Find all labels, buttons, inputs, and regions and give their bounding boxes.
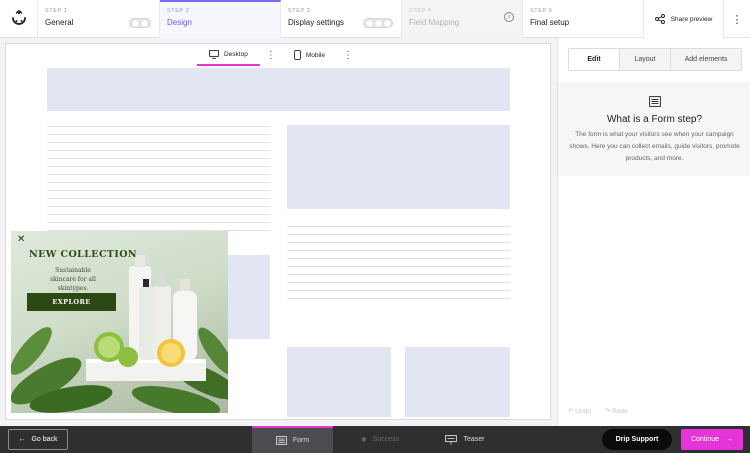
placeholder-text-lines [47, 126, 270, 238]
go-back-button[interactable]: ← Go back [8, 429, 68, 450]
undo-label: Undo [575, 408, 591, 415]
close-icon[interactable]: ✕ [17, 234, 25, 245]
desktop-icon [209, 49, 219, 59]
step-toggle[interactable] [363, 18, 393, 28]
bottom-bar: ← Go back Form ✺ Success Teaser Drip Sup… [0, 426, 750, 453]
continue-label: Continue [690, 436, 720, 443]
tab-add-elements[interactable]: Add elements [671, 49, 741, 70]
go-back-label: Go back [31, 436, 58, 443]
share-preview-button[interactable]: Share preview [643, 0, 723, 38]
step-general[interactable]: STEP 1 General [38, 0, 160, 38]
tab-mobile-label: Mobile [305, 51, 325, 59]
info-heading: What is a Form step? [606, 114, 703, 125]
step-design[interactable]: STEP 2 Design [160, 0, 281, 38]
popup-subtitle: Sustainable skincare for all skintypes. [50, 267, 96, 292]
tab-desktop[interactable]: Desktop [196, 44, 260, 66]
step-label: Final setup [530, 18, 570, 27]
drip-logo[interactable] [0, 0, 38, 38]
arrow-right-icon: → [726, 436, 734, 443]
teaser-icon [445, 434, 458, 444]
tab-form[interactable]: Form [252, 426, 333, 453]
device-switcher: Desktop ⋮ Mobile ⋮ [6, 44, 550, 66]
placeholder-card [287, 347, 391, 417]
history-controls: ↶ Undo ↷ Redo [568, 407, 628, 415]
redo-label: Redo [612, 408, 628, 415]
mobile-icon [293, 50, 301, 60]
continue-button[interactable]: Continue → [681, 429, 743, 450]
step-toggle[interactable] [129, 18, 151, 28]
placeholder-image [226, 255, 270, 339]
undo-button[interactable]: ↶ Undo [568, 407, 591, 415]
tab-layout[interactable]: Layout [620, 49, 671, 70]
step-label: Design [167, 18, 192, 27]
drip-logo-icon [11, 10, 26, 25]
top-bar: STEP 1 General STEP 2 Design STEP 3 Disp… [0, 0, 750, 38]
step-number: STEP 3 [288, 8, 311, 14]
drip-support-button[interactable]: Drip Support [602, 429, 672, 450]
placeholder-card [405, 347, 510, 417]
tab-edit[interactable]: Edit [569, 49, 620, 70]
share-preview-label: Share preview [670, 15, 713, 23]
more-menu-icon[interactable]: ⋮ [723, 0, 750, 38]
tab-desktop-label: Desktop [223, 50, 248, 58]
share-icon [654, 14, 665, 24]
placeholder-image [287, 125, 510, 209]
explore-button[interactable]: EXPLORE [27, 293, 116, 311]
mobile-options-icon[interactable]: ⋮ [337, 50, 359, 61]
form-icon [649, 96, 661, 107]
success-icon: ✺ [360, 436, 367, 444]
step-number: STEP 1 [45, 8, 68, 14]
tab-teaser-label: Teaser [463, 436, 485, 443]
tab-mobile[interactable]: Mobile [282, 44, 337, 66]
tab-form-label: Form [292, 437, 310, 444]
popup-title: NEW COLLECTION [29, 249, 137, 260]
desktop-options-icon[interactable]: ⋮ [260, 50, 282, 61]
step-final-setup[interactable]: STEP 5 Final setup [523, 0, 644, 38]
step-field-mapping[interactable]: STEP 4 Field Mapping i [402, 0, 523, 38]
placeholder-banner [47, 68, 510, 111]
info-description: The form is what your visitors see when … [569, 131, 740, 162]
redo-button[interactable]: ↷ Redo [605, 407, 628, 415]
panel-tabs: Edit Layout Add elements [568, 48, 742, 71]
step-number: STEP 5 [530, 8, 553, 14]
info-icon[interactable]: i [504, 12, 514, 22]
step-display-settings[interactable]: STEP 3 Display settings [281, 0, 402, 38]
placeholder-text-lines [287, 226, 510, 306]
tab-success-label: Success [372, 436, 400, 443]
tab-teaser[interactable]: Teaser [425, 426, 505, 453]
form-icon [275, 436, 287, 445]
tab-success[interactable]: ✺ Success [340, 426, 420, 453]
popup-preview[interactable]: ✕ NEW COLLECTION Sustainable skincare fo… [11, 231, 228, 413]
step-number: STEP 2 [167, 8, 190, 14]
form-step-info: What is a Form step? The form is what yo… [558, 82, 750, 176]
arrow-left-icon: ← [18, 436, 26, 443]
editor-panel: Edit Layout Add elements What is a Form … [557, 38, 750, 426]
